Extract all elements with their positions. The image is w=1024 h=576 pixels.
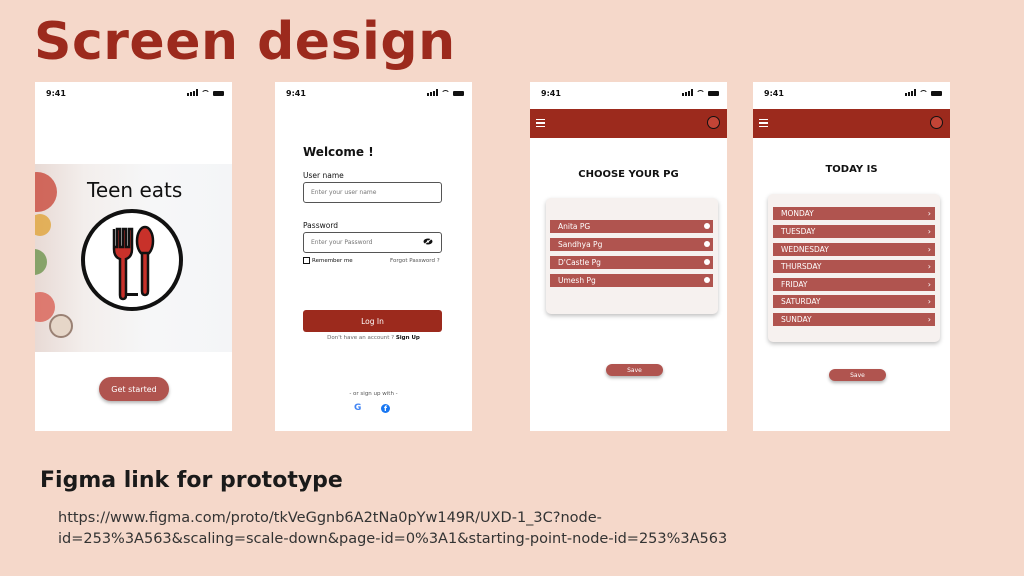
figma-url-line-2[interactable]: id=253%3A563&scaling=scale-down&page-id=… [58, 529, 748, 550]
chevron-right-icon: › [927, 245, 931, 254]
save-button[interactable]: Save [829, 369, 886, 381]
remember-label: Remember me [312, 257, 353, 264]
app-bar [530, 109, 727, 138]
no-account-text: Don't have an account ? Sign Up [275, 335, 472, 341]
wifi-icon [441, 90, 450, 96]
pg-option[interactable]: Anita PG [550, 220, 713, 233]
eye-slash-icon[interactable] [423, 238, 433, 245]
hamburger-menu-icon[interactable] [759, 119, 768, 127]
day-option[interactable]: SUNDAY › [773, 313, 935, 326]
forgot-password-link[interactable]: Forgot Password ? [390, 258, 440, 264]
username-label: User name [303, 171, 344, 180]
login-button[interactable]: Log In [303, 310, 442, 332]
day-option-label: TUESDAY [781, 227, 816, 236]
status-icons [427, 89, 464, 96]
pg-option-label: D'Castle Pg [558, 258, 601, 267]
remember-checkbox[interactable] [303, 257, 310, 264]
status-time: 9:41 [541, 89, 561, 98]
day-option[interactable]: MONDAY › [773, 207, 935, 220]
figma-link-heading: Figma link for prototype [40, 468, 343, 493]
chevron-right-icon: › [927, 280, 931, 289]
chevron-right-icon: › [927, 262, 931, 271]
no-account-label: Don't have an account ? [327, 335, 395, 341]
today-is-heading: TODAY IS [825, 164, 878, 175]
facebook-icon[interactable]: f [381, 404, 390, 413]
figma-link[interactable]: https://www.figma.com/proto/tkVeGgnb6A2t… [58, 508, 748, 550]
pg-option[interactable]: Sandhya Pg [550, 238, 713, 251]
day-option[interactable]: TUESDAY › [773, 225, 935, 238]
pg-options-card: Anita PG Sandhya Pg D'Castle Pg Umesh Pg [546, 198, 718, 314]
chevron-right-icon: › [927, 227, 931, 236]
day-option-label: FRIDAY [781, 280, 808, 289]
day-option-label: WEDNESDAY [781, 245, 829, 254]
hamburger-menu-icon[interactable] [536, 119, 545, 127]
day-option-label: SUNDAY [781, 315, 812, 324]
phone-today-is-screen: 9:41 TODAY IS MONDAY › TUESDAY › WEDNESDAY… [753, 82, 950, 431]
username-input[interactable] [303, 182, 442, 203]
status-time: 9:41 [764, 89, 784, 98]
day-options-card: MONDAY › TUESDAY › WEDNESDAY › THURSDAY › FR… [768, 194, 940, 342]
hero-image: Teen eats [35, 164, 232, 352]
choose-pg-heading: CHOOSE YOUR PG [578, 169, 679, 180]
day-option-label: MONDAY [781, 209, 814, 218]
signal-icon [187, 89, 198, 96]
welcome-heading: Welcome ! [303, 145, 374, 159]
status-time: 9:41 [286, 89, 306, 98]
signal-icon [905, 89, 916, 96]
day-option[interactable]: THURSDAY › [773, 260, 935, 273]
remember-me[interactable]: Remember me [303, 257, 353, 264]
pg-option-label: Sandhya Pg [558, 240, 603, 249]
battery-icon [931, 91, 942, 96]
day-option-label: THURSDAY [781, 262, 822, 271]
google-icon[interactable]: G [354, 403, 361, 413]
day-option[interactable]: SATURDAY › [773, 295, 935, 308]
status-bar: 9:41 [275, 82, 472, 104]
pg-option[interactable]: Umesh Pg [550, 274, 713, 287]
battery-icon [708, 91, 719, 96]
phone-choose-pg-screen: 9:41 CHOOSE YOUR PG Anita PG Sandhya Pg … [530, 82, 727, 431]
day-option[interactable]: FRIDAY › [773, 278, 935, 291]
status-bar: 9:41 [35, 82, 232, 104]
password-input[interactable] [303, 232, 442, 253]
day-option-label: SATURDAY [781, 297, 821, 306]
battery-icon [213, 91, 224, 96]
page-title: Screen design [34, 12, 456, 72]
status-icons [187, 89, 224, 96]
day-option[interactable]: WEDNESDAY › [773, 243, 935, 256]
signal-icon [682, 89, 693, 96]
pg-option[interactable]: D'Castle Pg [550, 256, 713, 269]
password-label: Password [303, 221, 339, 230]
wifi-icon [919, 90, 928, 96]
signal-icon [427, 89, 438, 96]
save-button[interactable]: Save [606, 364, 663, 376]
radio-icon[interactable] [704, 259, 710, 265]
figma-url-line-1[interactable]: https://www.figma.com/proto/tkVeGgnb6A2t… [58, 508, 748, 529]
chevron-right-icon: › [927, 297, 931, 306]
phone-login-screen: 9:41 Welcome ! User name Password Rememb… [275, 82, 472, 431]
or-sign-up-with-text: - or sign up with - [349, 391, 398, 397]
wifi-icon [201, 90, 210, 96]
app-logo-icon [930, 116, 943, 129]
pg-option-label: Umesh Pg [558, 276, 596, 285]
sign-up-link[interactable]: Sign Up [396, 335, 420, 341]
phone-splash-screen: 9:41 Teen eats Get started [35, 82, 232, 431]
wifi-icon [696, 90, 705, 96]
battery-icon [453, 91, 464, 96]
chevron-right-icon: › [927, 209, 931, 218]
app-logo-icon [707, 116, 720, 129]
radio-icon[interactable] [704, 277, 710, 283]
radio-icon[interactable] [704, 223, 710, 229]
status-icons [905, 89, 942, 96]
radio-icon[interactable] [704, 241, 710, 247]
status-bar: 9:41 [530, 82, 727, 104]
chevron-right-icon: › [927, 315, 931, 324]
fork-spoon-logo-icon [81, 209, 183, 311]
status-bar: 9:41 [753, 82, 950, 104]
brand-name: Teen eats [87, 178, 183, 202]
status-time: 9:41 [46, 89, 66, 98]
app-bar [753, 109, 950, 138]
pg-option-label: Anita PG [558, 222, 591, 231]
status-icons [682, 89, 719, 96]
get-started-button[interactable]: Get started [99, 377, 169, 401]
